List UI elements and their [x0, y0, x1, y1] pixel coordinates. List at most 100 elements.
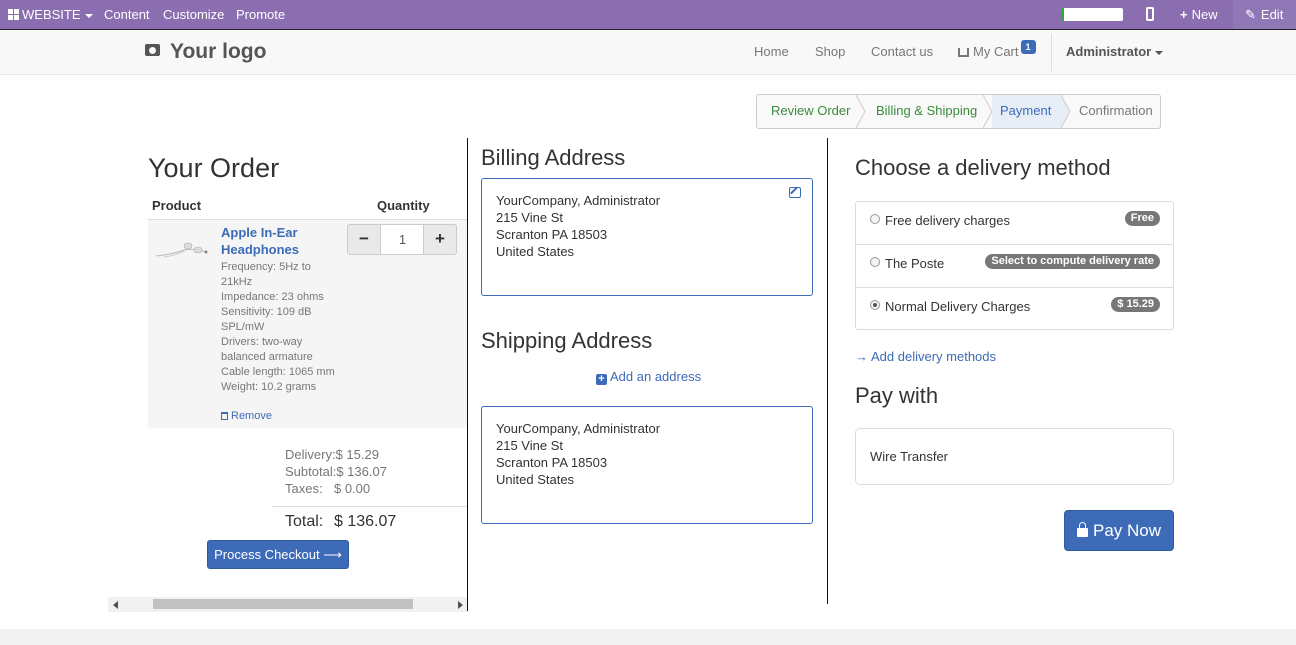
new-button[interactable]: + New: [1180, 0, 1218, 29]
radio-button-selected[interactable]: [870, 300, 880, 310]
radio-button[interactable]: [870, 214, 880, 224]
scroll-right-icon[interactable]: [458, 601, 463, 609]
admin-bar: WEBSITE Content Customize Promote + New ✎…: [0, 0, 1296, 29]
plus-square-icon: +: [596, 374, 607, 385]
delivery-option-label: The Poste: [885, 256, 945, 271]
address-line: United States: [496, 472, 575, 487]
menu-promote[interactable]: Promote: [236, 0, 285, 29]
edit-address-icon[interactable]: [789, 187, 801, 198]
website-menu-label: WEBSITE: [22, 7, 81, 22]
col-product-header: Product: [152, 198, 202, 213]
add-delivery-methods-link[interactable]: → Add delivery methods: [855, 349, 996, 364]
pay-now-label: Pay Now: [1092, 521, 1162, 540]
edit-label: Edit: [1260, 7, 1284, 22]
spec-line: Weight: 10.2 grams: [221, 381, 317, 393]
column-divider: [467, 138, 468, 611]
address-line: YourCompany, Administrator: [496, 421, 661, 436]
cart-icon: [958, 48, 969, 57]
caret-down-icon: [1155, 50, 1164, 55]
delivery-option-label: Free delivery charges: [885, 213, 1010, 228]
order-total: Total: $ 136.07: [285, 513, 396, 531]
progress-bar: [1061, 8, 1123, 21]
total-label: Total:: [285, 513, 324, 530]
price-badge: Free: [1124, 211, 1160, 226]
payment-method-option[interactable]: Wire Transfer: [855, 428, 1174, 485]
scrollbar-thumb[interactable]: [153, 599, 413, 609]
menu-content[interactable]: Content: [104, 0, 150, 29]
mobile-preview-icon[interactable]: [1146, 7, 1154, 21]
step-payment: Payment: [992, 95, 1061, 128]
step-review-order[interactable]: Review Order: [757, 95, 856, 128]
address-line: YourCompany, Administrator: [496, 193, 661, 208]
remove-label: Remove: [231, 410, 272, 422]
delivery-method-list: Free delivery charges Free The Poste Sel…: [855, 201, 1174, 330]
apps-grid-icon: [8, 9, 19, 20]
spec-line: Frequency: 5Hz to 21kHz: [221, 261, 311, 288]
user-label: Administrator: [1066, 44, 1152, 59]
menu-customize[interactable]: Customize: [163, 0, 224, 29]
subtotal-label: Subtotal:: [285, 464, 337, 479]
process-checkout-button[interactable]: Process Checkout ⟶: [207, 540, 349, 569]
horizontal-scrollbar[interactable]: [108, 597, 468, 612]
nav-shop[interactable]: Shop: [815, 30, 845, 75]
quantity-input[interactable]: 1: [380, 224, 425, 255]
step-billing-shipping[interactable]: Billing & Shipping: [865, 95, 983, 128]
decrease-quantity-button[interactable]: −: [347, 224, 381, 255]
plus-icon: +: [1180, 7, 1188, 22]
address-line: 215 Vine St: [496, 438, 563, 453]
address-line: 215 Vine St: [496, 210, 563, 225]
pay-with-title: Pay with: [855, 383, 939, 408]
nav-contact[interactable]: Contact us: [871, 30, 933, 75]
cart-label: My Cart: [973, 44, 1019, 59]
delivery-option-label: Normal Delivery Charges: [885, 299, 1031, 314]
delivery-option[interactable]: The Poste Select to compute delivery rat…: [856, 245, 1173, 288]
shipping-title: Shipping Address: [481, 328, 653, 353]
camera-icon: [145, 44, 160, 56]
nav-home[interactable]: Home: [754, 30, 789, 75]
price-badge: Select to compute delivery rate: [985, 254, 1160, 269]
taxes-value: $ 0.00: [334, 481, 371, 496]
add-delivery-label: Add delivery methods: [871, 349, 997, 364]
remove-link[interactable]: Remove: [221, 410, 272, 422]
spec-line: Sensitivity: 109 dB SPL/mW: [221, 306, 312, 333]
column-divider: [827, 138, 828, 604]
spec-line: Impedance: 23 ohms: [221, 291, 324, 303]
add-address-label: Add an address: [610, 369, 702, 384]
new-label: New: [1191, 7, 1218, 22]
taxes-label: Taxes:: [285, 481, 323, 496]
pay-now-button[interactable]: Pay Now: [1064, 510, 1174, 551]
nav-cart[interactable]: My Cart 1: [958, 30, 1036, 75]
shipping-address-card[interactable]: YourCompany, Administrator 215 Vine St S…: [481, 406, 813, 524]
checkout-label: Process Checkout: [214, 547, 320, 562]
product-name-link[interactable]: Apple In-Ear Headphones: [221, 224, 331, 258]
step-confirmation: Confirmation: [1079, 103, 1153, 118]
footer: [0, 629, 1296, 645]
product-specs: Frequency: 5Hz to 21kHz Impedance: 23 oh…: [221, 260, 341, 395]
order-totals: Delivery:$ 15.29 Subtotal:$ 136.07 Taxes…: [285, 446, 387, 497]
trash-icon: [221, 412, 228, 420]
price-badge: $ 15.29: [1111, 297, 1160, 312]
pencil-icon: ✎: [1245, 7, 1256, 22]
address-line: United States: [496, 244, 575, 259]
scroll-left-icon[interactable]: [113, 601, 118, 609]
delivery-option[interactable]: Free delivery charges Free: [856, 202, 1173, 245]
product-image: [155, 242, 208, 258]
edit-button[interactable]: ✎ Edit: [1233, 0, 1296, 29]
arrow-right-icon: →: [855, 349, 868, 364]
spec-line: Cable length: 1065 mm: [221, 366, 335, 378]
radio-button[interactable]: [870, 257, 880, 267]
spec-line: Drivers: two-way balanced armature: [221, 336, 313, 363]
order-line: Apple In-Ear Headphones Frequency: 5Hz t…: [148, 219, 468, 428]
increase-quantity-button[interactable]: +: [423, 224, 457, 255]
user-menu[interactable]: Administrator: [1066, 30, 1164, 75]
address-line: Scranton PA 18503: [496, 227, 608, 242]
delivery-option[interactable]: Normal Delivery Charges $ 15.29: [856, 288, 1173, 331]
col-quantity-header: Quantity: [377, 198, 430, 213]
billing-address-card: YourCompany, Administrator 215 Vine St S…: [481, 178, 813, 296]
website-menu-button[interactable]: WEBSITE: [8, 0, 93, 29]
checkout-wizard: Review Order Billing & Shipping Payment …: [756, 94, 1161, 129]
add-address-link[interactable]: + Add an address: [596, 369, 701, 385]
logo-text: Your logo: [170, 40, 267, 63]
subtotal-value: $ 136.07: [336, 464, 387, 479]
order-title: Your Order: [148, 153, 280, 183]
